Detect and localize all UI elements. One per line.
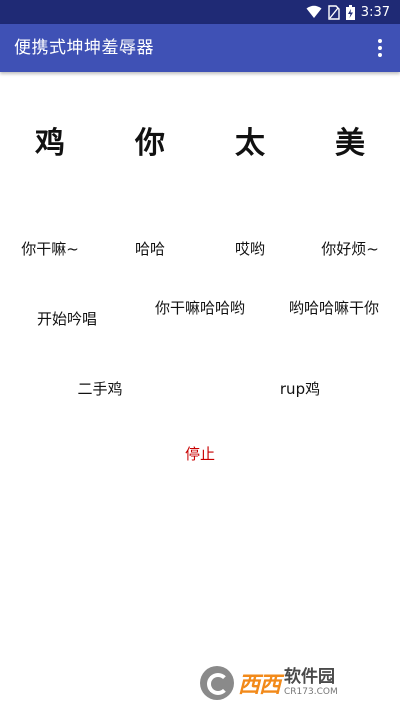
app-title: 便携式坤坤羞辱器 bbox=[14, 38, 154, 58]
watermark-name-block: 软件园 CR173.COM bbox=[284, 669, 338, 697]
wifi-icon bbox=[306, 5, 322, 18]
watermark-url: CR173.COM bbox=[284, 687, 338, 697]
big-character[interactable]: 鸡 bbox=[20, 122, 80, 166]
sound-button-ha-ha[interactable]: 哈哈 bbox=[95, 239, 205, 259]
sound-button-yo-ha-ha-ma-gan-ni[interactable]: 哟哈哈嘛干你 bbox=[284, 298, 384, 318]
watermark-name: 软件园 bbox=[284, 667, 336, 687]
title-characters-row: 鸡 你 太 美 bbox=[0, 122, 400, 166]
app-bar: 便携式坤坤羞辱器 bbox=[0, 24, 400, 72]
overflow-menu-icon[interactable] bbox=[370, 36, 390, 60]
sound-button-ni-gan-ma[interactable]: 你干嘛~ bbox=[0, 239, 105, 259]
sound-button-ai-yo[interactable]: 哎哟 bbox=[195, 239, 305, 259]
sound-button-kai-shi-yin-chang[interactable]: 开始吟唱 bbox=[12, 309, 122, 329]
sound-button-ni-gan-ma-ha-ha-yo[interactable]: 你干嘛哈哈哟 bbox=[150, 298, 250, 318]
battery-charging-icon bbox=[345, 4, 355, 20]
watermark-logo-icon bbox=[200, 666, 234, 700]
sound-button-rup-ji[interactable]: rup鸡 bbox=[245, 379, 355, 399]
big-character[interactable]: 太 bbox=[220, 122, 280, 166]
status-time: 3:37 bbox=[360, 4, 390, 20]
big-character[interactable]: 你 bbox=[120, 122, 180, 166]
watermark: 西西 软件园 CR173.COM bbox=[200, 663, 390, 703]
watermark-logo-text: 西西 bbox=[238, 673, 281, 698]
status-bar: 3:37 bbox=[0, 0, 400, 24]
no-sim-icon bbox=[328, 4, 340, 20]
sound-button-ni-hao-fan[interactable]: 你好烦~ bbox=[295, 239, 400, 259]
stop-button[interactable]: 停止 bbox=[145, 444, 255, 464]
sound-button-er-shou-ji[interactable]: 二手鸡 bbox=[45, 379, 155, 399]
big-character[interactable]: 美 bbox=[320, 122, 380, 166]
